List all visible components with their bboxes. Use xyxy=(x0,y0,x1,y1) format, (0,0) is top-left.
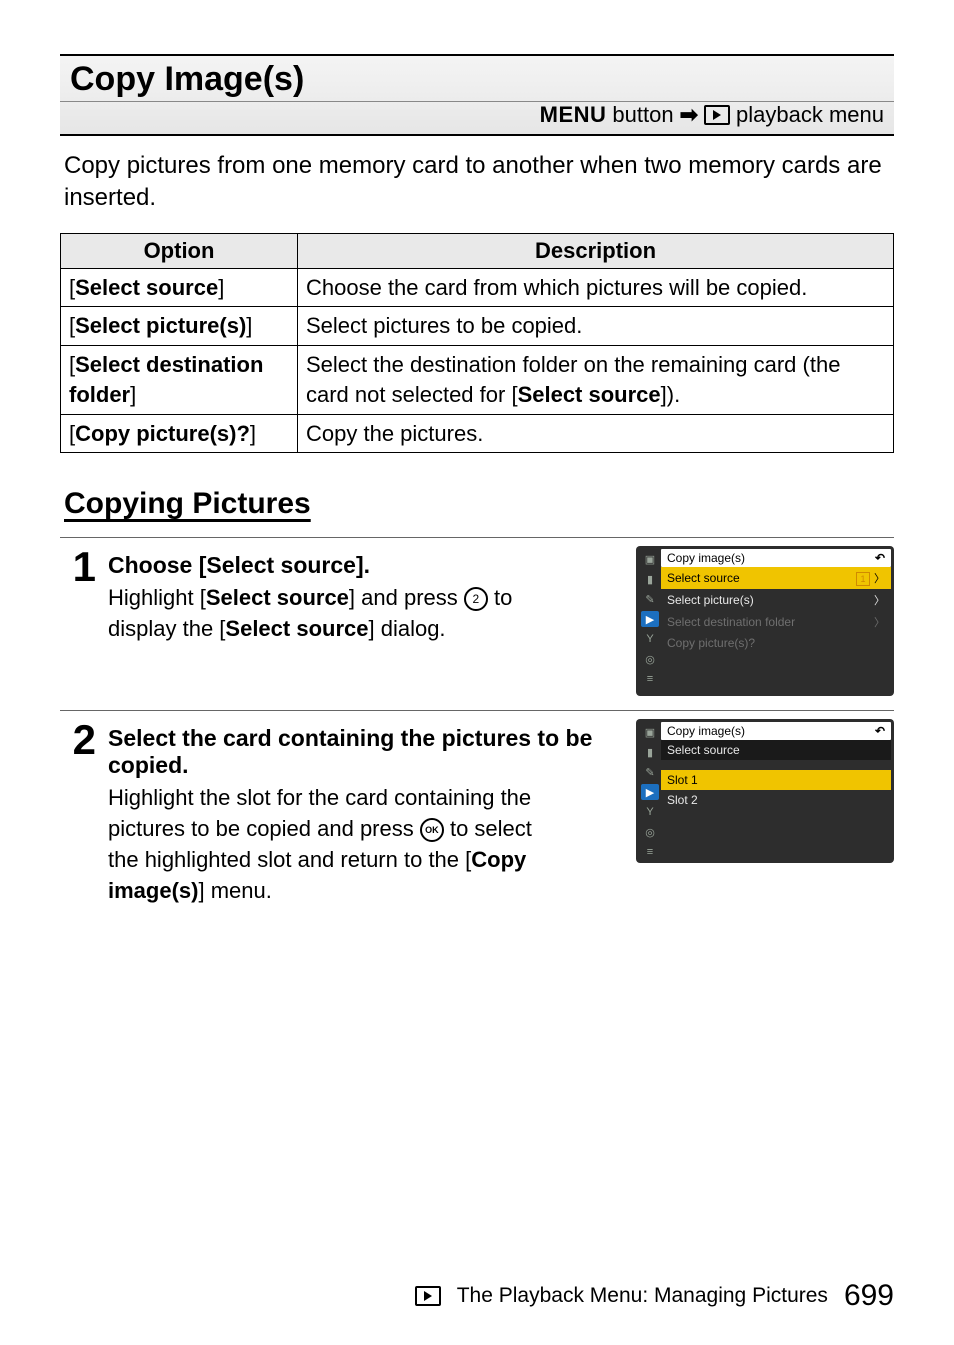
option-desc: Copy the pictures. xyxy=(298,414,894,453)
breadcrumb-trail: playback menu xyxy=(736,102,884,128)
pencil-tab-icon: ✎ xyxy=(641,591,659,607)
menu-item: Select destination folder 〉 xyxy=(661,611,891,633)
page-title: Copy Image(s) xyxy=(70,60,884,99)
option-desc: Choose the card from which pictures will… xyxy=(298,268,894,307)
step-title: Choose [Select source]. xyxy=(108,552,624,579)
intro-text: Copy pictures from one memory card to an… xyxy=(64,150,890,215)
setup-tab-icon: Y xyxy=(641,804,659,820)
card-icon: 1 xyxy=(856,572,870,586)
option-label: Select destination folder xyxy=(69,352,263,407)
step-2: 2 Select the card containing the picture… xyxy=(60,710,894,906)
video-tab-icon: ▮ xyxy=(641,744,659,760)
step-1: 1 Choose [Select source]. Highlight [Sel… xyxy=(60,537,894,696)
menu-item: Select source 1〉 xyxy=(661,567,891,589)
mymenu-tab-icon: ≡ xyxy=(641,671,659,687)
option-label: Select picture(s) xyxy=(75,313,246,338)
menu-item: Copy picture(s)? xyxy=(661,633,891,653)
chevron-right-icon: 〉 xyxy=(874,592,885,608)
network-tab-icon: ◎ xyxy=(641,651,659,667)
back-icon: ↶ xyxy=(875,724,885,738)
step-text: Highlight [Select source] and press 2 to… xyxy=(108,583,568,645)
table-row: [Select source] Choose the card from whi… xyxy=(61,268,894,307)
playback-tab-icon: ▶ xyxy=(641,611,659,627)
page-number: 699 xyxy=(844,1279,894,1313)
camera-menu-screenshot: ▣ ▮ ✎ ▶ Y ◎ ≡ Copy image(s) ↶ Select sou… xyxy=(636,719,894,863)
menu-word: MENU xyxy=(540,102,607,128)
video-tab-icon: ▮ xyxy=(641,571,659,587)
option-desc: Select the destination folder on the rem… xyxy=(298,346,894,414)
camera-tab-icon: ▣ xyxy=(641,724,659,740)
menu-item: Select picture(s) 〉 xyxy=(661,589,891,611)
option-label: Select source xyxy=(75,275,218,300)
camera-tab-icon: ▣ xyxy=(641,551,659,567)
step-text: Highlight the slot for the card containi… xyxy=(108,783,568,906)
step-number: 1 xyxy=(60,546,96,696)
col-description: Description xyxy=(298,233,894,268)
camera-menu-screenshot: ▣ ▮ ✎ ▶ Y ◎ ≡ Copy image(s) ↶ Select sou… xyxy=(636,546,894,696)
arrow-right-icon: ➡ xyxy=(680,102,698,128)
section-heading: Copying Pictures xyxy=(64,487,890,521)
playback-tab-icon: ▶ xyxy=(641,784,659,800)
page-footer: The Playback Menu: Managing Pictures 699 xyxy=(60,1279,894,1313)
pencil-tab-icon: ✎ xyxy=(641,764,659,780)
footer-section: The Playback Menu: Managing Pictures xyxy=(457,1284,828,1308)
button-word: button xyxy=(612,102,673,128)
option-desc: Select pictures to be copied. xyxy=(298,307,894,346)
playback-icon xyxy=(415,1286,441,1306)
col-option: Option xyxy=(61,233,298,268)
menu-header: Copy image(s) xyxy=(667,724,745,738)
step-number: 2 xyxy=(60,719,96,906)
menu-subheader: Select source xyxy=(661,740,891,760)
ok-button-icon: OK xyxy=(420,818,444,842)
back-icon: ↶ xyxy=(875,551,885,565)
menu-item: Slot 1 xyxy=(661,770,891,790)
option-label: Copy picture(s)? xyxy=(75,421,250,446)
breadcrumb: MENU button ➡ playback menu xyxy=(60,102,894,136)
setup-tab-icon: Y xyxy=(641,631,659,647)
network-tab-icon: ◎ xyxy=(641,824,659,840)
table-row: [Copy picture(s)?] Copy the pictures. xyxy=(61,414,894,453)
chevron-right-icon: 〉 xyxy=(874,573,885,585)
mymenu-tab-icon: ≡ xyxy=(641,844,659,860)
playback-icon xyxy=(704,105,730,125)
menu-header: Copy image(s) xyxy=(667,551,745,565)
multi-selector-right-icon: 2 xyxy=(464,587,488,611)
table-row: [Select destination folder] Select the d… xyxy=(61,346,894,414)
step-title: Select the card containing the pictures … xyxy=(108,725,624,779)
menu-item: Slot 2 xyxy=(661,790,891,810)
options-table: Option Description [Select source] Choos… xyxy=(60,233,894,453)
chevron-right-icon: 〉 xyxy=(874,614,885,630)
table-row: [Select picture(s)] Select pictures to b… xyxy=(61,307,894,346)
